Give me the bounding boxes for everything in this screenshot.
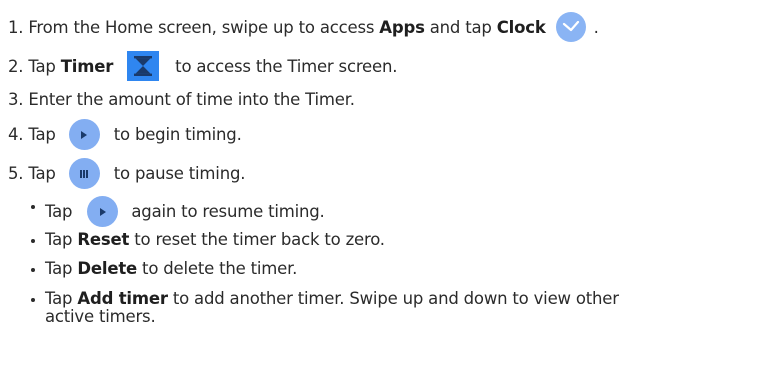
step-3-text: Enter the amount of time into the Timer. [28, 90, 355, 109]
apps-label: Apps [379, 17, 425, 37]
bullet-add-timer: Tap Add timer to add another timer. Swip… [31, 289, 619, 308]
step-1-text-mid: and tap [424, 17, 497, 37]
play-icon [87, 196, 119, 227]
step-2-text-pre: Tap [28, 56, 61, 76]
bullet-add-timer-post2: active timers. [45, 307, 156, 326]
clock-label: Clock [496, 17, 546, 37]
play-icon [68, 119, 100, 150]
bullet-resume-pre: Tap [45, 202, 78, 221]
bullet-resume-post: again to resume timing. [131, 202, 325, 221]
step-4-text-post: to begin timing. [113, 125, 242, 144]
step-1-text-post: . [593, 17, 599, 37]
step-5: 5. Tap to pause timing. [8, 158, 245, 189]
step-3-number: 3. [8, 90, 24, 109]
timer-label: Timer [60, 56, 114, 76]
bullet-delete: Tap Delete to delete the timer. [31, 259, 297, 278]
bullet-resume: Tap again to resume timing. [31, 196, 325, 227]
step-2-number: 2. [8, 56, 24, 76]
hourglass-icon [127, 51, 160, 81]
step-1-text-pre: From the Home screen, swipe up to access [28, 17, 380, 37]
bullet-dot [31, 205, 35, 209]
step-5-text-pre: Tap [28, 164, 61, 183]
delete-label: Delete [77, 259, 138, 278]
bullet-dot [31, 268, 35, 272]
pause-icon [68, 158, 100, 189]
bullet-add-timer-continuation: active timers. [31, 307, 156, 326]
bullet-add-timer-pre: Tap [45, 289, 78, 308]
step-1: 1. From the Home screen, swipe up to acc… [8, 12, 599, 42]
bullet-reset-post: to reset the timer back to zero. [129, 230, 385, 249]
step-3: 3. Enter the amount of time into the Tim… [8, 90, 355, 109]
step-4-text-pre: Tap [28, 125, 61, 144]
step-4-number: 4. [8, 125, 24, 144]
bullet-delete-post: to delete the timer. [137, 259, 298, 278]
reset-label: Reset [77, 230, 130, 249]
bullet-delete-pre: Tap [45, 259, 78, 278]
step-2-text-post: to access the Timer screen. [175, 56, 398, 76]
step-2: 2. Tap Timer to access the Timer screen. [8, 51, 397, 81]
step-5-text-post: to pause timing. [113, 164, 246, 183]
bullet-reset-pre: Tap [45, 230, 78, 249]
step-1-number: 1. [8, 17, 24, 37]
bullet-dot [31, 239, 35, 243]
step-5-number: 5. [8, 164, 24, 183]
clock-app-icon [555, 12, 586, 42]
add-timer-label: Add timer [77, 289, 168, 308]
step-4: 4. Tap to begin timing. [8, 119, 242, 150]
bullet-reset: Tap Reset to reset the timer back to zer… [31, 230, 385, 249]
bullet-dot [31, 298, 35, 302]
bullet-add-timer-post: to add another timer. Swipe up and down … [167, 289, 619, 308]
